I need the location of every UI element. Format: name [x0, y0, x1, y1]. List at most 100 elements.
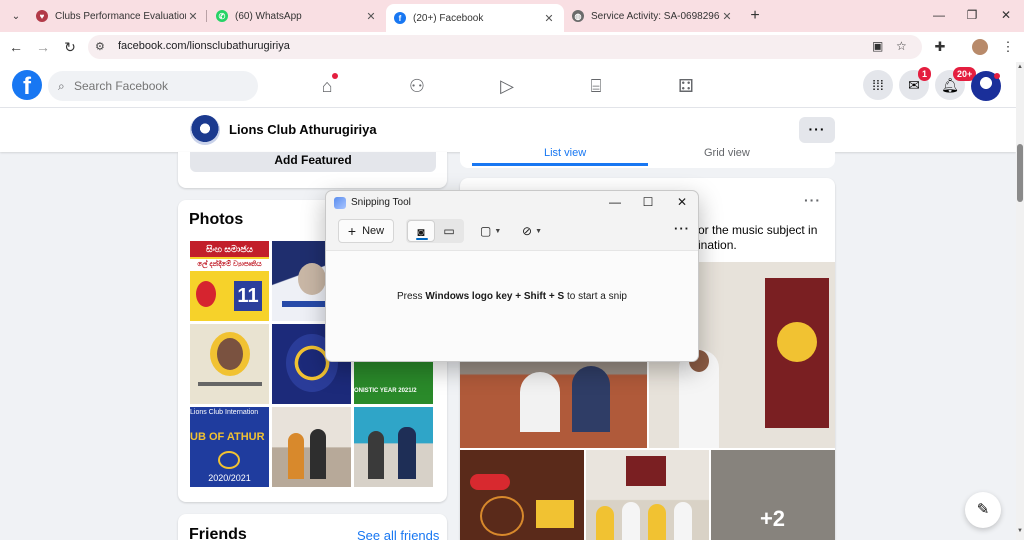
snip-shape-dropdown[interactable]: ▢ ▼: [480, 221, 501, 241]
post-options-button[interactable]: ···: [804, 192, 821, 208]
menu-grid-icon[interactable]: ⁞⁞⁞: [863, 70, 893, 100]
hint-prefix: Press: [397, 291, 426, 302]
snipping-tool-window: Snipping Tool — ☐ ✕ + New ◙ ▭ ▢ ▼ ⊘ ▼ ··…: [325, 190, 699, 362]
page-title[interactable]: Lions Club Athurugiriya: [229, 122, 377, 137]
photo-award-ceremony[interactable]: [272, 407, 351, 487]
minimize-window-icon[interactable]: —: [604, 193, 626, 211]
plus-icon: +: [347, 223, 357, 239]
extensions-puzzle-icon[interactable]: ✚: [930, 37, 950, 57]
close-icon[interactable]: ✕: [720, 10, 734, 23]
gaming-icon[interactable]: ⚃: [674, 74, 698, 98]
browser-tab-whatsapp[interactable]: ✆ (60) WhatsApp ✕: [208, 4, 386, 28]
flyer-info-box: [536, 500, 574, 528]
tab-search-chevron-icon[interactable]: ⌄: [6, 6, 26, 26]
post-photo-music-flyer[interactable]: [460, 450, 584, 540]
reload-icon[interactable]: ↻: [60, 37, 80, 57]
profile-notification-dot: [994, 73, 1000, 79]
back-arrow-icon[interactable]: ←: [6, 37, 26, 57]
see-more-options-button[interactable]: ···: [670, 219, 694, 243]
browser-profile-avatar[interactable]: [972, 39, 988, 55]
more-photos-count[interactable]: +2: [710, 498, 835, 540]
close-window-icon[interactable]: ✕: [991, 4, 1021, 26]
post-photo-group[interactable]: [586, 450, 709, 540]
facebook-logo-icon[interactable]: f: [12, 70, 42, 100]
snipping-tool-app-icon: [334, 197, 346, 209]
add-featured-button[interactable]: Add Featured: [190, 152, 436, 172]
capture-mode-toggle: ◙ ▭: [406, 219, 464, 243]
tab-title: (20+) Facebook: [413, 12, 484, 24]
decoration: [198, 382, 262, 386]
person-figure: [310, 429, 326, 479]
address-bar[interactable]: ⚙ facebook.com/lionsclubathurugiriya: [88, 35, 922, 59]
snipping-toolbar: + New ◙ ▭ ▢ ▼ ⊘ ▼ ···: [326, 217, 698, 249]
browser-tab-clubs-performance[interactable]: ♥ Clubs Performance Evaluation S ✕: [28, 4, 208, 28]
record-mode-video-icon[interactable]: ▭: [435, 220, 463, 242]
whatsapp-icon: ✆: [216, 10, 228, 22]
messenger-badge: 1: [918, 67, 932, 81]
photo-member-portrait[interactable]: [190, 324, 269, 404]
tab-list-view[interactable]: List view: [544, 147, 586, 159]
scrollbar-thumb[interactable]: [1017, 144, 1023, 202]
browser-tab-facebook[interactable]: f (20+) Facebook ✕: [386, 4, 564, 32]
tab-title: (60) WhatsApp: [235, 10, 302, 22]
portrait-icon: [298, 263, 326, 295]
new-snip-button[interactable]: + New: [338, 219, 394, 243]
snip-delay-dropdown[interactable]: ⊘ ▼: [522, 221, 542, 241]
site-settings-icon[interactable]: ⚙: [95, 40, 105, 53]
browser-tab-service-activity[interactable]: ◍ Service Activity: SA-06982966 ✕: [564, 4, 742, 28]
lions-emblem-icon: [218, 451, 240, 469]
page-header-bar: Lions Club Athurugiriya ···: [0, 108, 1016, 152]
video-icon[interactable]: ▷: [495, 74, 519, 98]
portrait-icon: [217, 338, 243, 370]
minimize-window-icon[interactable]: —: [924, 4, 954, 26]
globe-icon: ◍: [572, 10, 584, 22]
photo-stage-presentation[interactable]: [354, 407, 433, 487]
lions-banner: [626, 456, 666, 486]
restore-window-icon[interactable]: ❐: [957, 4, 987, 26]
person-figure: [368, 431, 384, 479]
screenshot-mode-camera-icon[interactable]: ◙: [407, 220, 435, 242]
browser-tab-strip: ⌄ ♥ Clubs Performance Evaluation S ✕ ✆ (…: [0, 0, 1024, 32]
install-app-icon[interactable]: ▣: [872, 39, 883, 53]
forward-arrow-icon[interactable]: →: [33, 37, 53, 57]
see-all-friends-link[interactable]: See all friends: [357, 528, 439, 540]
scroll-down-arrow-icon[interactable]: ▼: [1016, 528, 1024, 534]
photo-text: 2020/2021: [208, 473, 251, 483]
friends-card: Friends See all friends: [178, 514, 447, 540]
flyer-badge: [470, 474, 510, 490]
photos-title[interactable]: Photos: [189, 211, 243, 229]
lions-logo-icon: ♥: [36, 10, 48, 22]
page-scrollbar[interactable]: ▲ ▼: [1016, 62, 1024, 540]
page-profile-picture[interactable]: [190, 115, 220, 145]
friends-title[interactable]: Friends: [189, 526, 247, 540]
person-figure: [596, 506, 614, 540]
bookmark-star-icon[interactable]: ☆: [896, 39, 907, 53]
snip-instruction-text: Press Windows logo key + Shift + S to st…: [326, 291, 698, 302]
page-more-options-button[interactable]: ···: [799, 117, 835, 143]
maximize-window-icon[interactable]: ☐: [637, 193, 659, 211]
marketplace-icon[interactable]: ⌸: [584, 74, 608, 98]
scroll-up-arrow-icon[interactable]: ▲: [1016, 64, 1024, 70]
person-figure: [288, 433, 304, 479]
close-icon[interactable]: ✕: [186, 10, 200, 23]
facebook-search[interactable]: ⌕: [48, 71, 258, 101]
friends-icon[interactable]: ⚇: [405, 74, 429, 98]
photo-club-banner[interactable]: Lions Club Internation UB OF ATHUR 2020/…: [190, 407, 269, 487]
person-figure: [648, 504, 666, 540]
snip-canvas-area: Press Windows logo key + Shift + S to st…: [326, 250, 698, 361]
tab-grid-view[interactable]: Grid view: [704, 147, 750, 159]
browser-menu-icon[interactable]: ⋮: [998, 37, 1018, 57]
view-toggle-tabs: List view Grid view: [460, 147, 835, 168]
close-window-icon[interactable]: ✕: [671, 193, 693, 211]
new-tab-button[interactable]: +: [745, 6, 765, 26]
close-icon[interactable]: ✕: [364, 10, 378, 23]
facebook-header: f ⌕ ⌂ ⚇ ▷ ⌸ ⚃ ⁞⁞⁞ ✉ 1 🔔︎ 20+: [0, 62, 1016, 108]
photo-blood-donation[interactable]: සිංහ සමාජය ලේ දන්දීමේ ව්‍යාපෘතිය 11: [190, 241, 269, 321]
post-text: or the music subject in ination.: [698, 223, 818, 252]
url-text[interactable]: facebook.com/lionsclubathurugiriya: [118, 40, 290, 52]
photo-text: 11: [234, 281, 262, 311]
close-icon[interactable]: ✕: [542, 12, 556, 25]
home-notification-dot: [332, 73, 338, 79]
search-input[interactable]: [74, 71, 254, 101]
compose-message-button[interactable]: ✎: [965, 492, 1001, 528]
